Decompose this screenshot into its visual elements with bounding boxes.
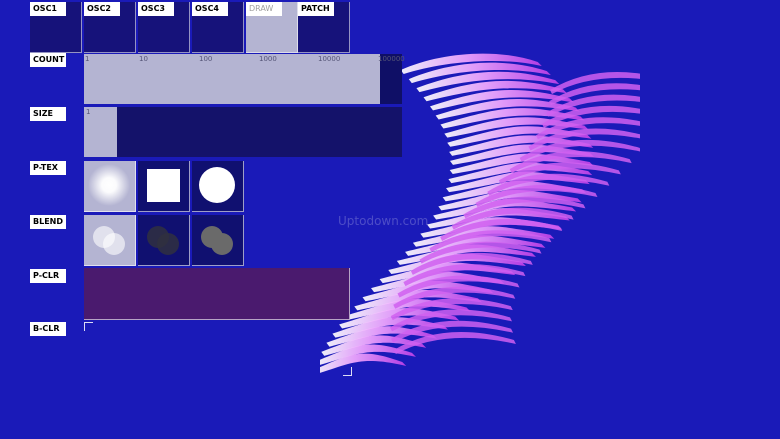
count-tick-1000: 1000 [259,55,277,63]
tab-patch-label: PATCH [298,2,334,16]
blend-add-icon [93,226,125,255]
count-tick-100000: 100000 [378,55,405,63]
blend-multiply-icon [147,226,179,255]
count-tick-10000: 10000 [318,55,341,63]
tab-osc4-label: OSC4 [192,2,228,16]
tab-osc1-label: OSC1 [30,2,66,16]
tab-patch[interactable]: PATCH [298,2,350,53]
soft-glow-icon [88,164,130,206]
tab-osc2[interactable]: OSC2 [84,2,136,53]
count-label: COUNT [30,53,66,67]
blend-multiply[interactable] [138,215,190,266]
p-clr-label: P-CLR [30,269,66,283]
count-tick-10: 10 [139,55,148,63]
tab-osc3-label: OSC3 [138,2,174,16]
texture-soft-glow[interactable] [84,161,136,212]
particle-color-swatch[interactable] [84,268,350,320]
watermark: Uptodown.com [338,214,429,228]
square-icon [147,169,180,202]
blend-add[interactable] [84,215,136,266]
count-tick-100: 100 [199,55,213,63]
tab-osc4[interactable]: OSC4 [192,2,244,53]
circle-icon [199,167,235,203]
swatch-corner-br [343,367,352,376]
blend-normal[interactable] [192,215,244,266]
blend-label: BLEND [30,215,66,229]
texture-square[interactable] [138,161,190,212]
tab-osc2-label: OSC2 [84,2,120,16]
size-slider-value: 1 [86,108,91,116]
ribbon-strand [393,332,516,354]
p-tex-label: P-TEX [30,161,66,175]
count-slider[interactable]: 1 10 100 1000 10000 100000 [84,54,405,104]
count-tick-1: 1 [85,55,90,63]
texture-circle[interactable] [192,161,244,212]
tab-draw-label: DRAW [246,2,282,16]
background-color-swatch[interactable] [84,322,352,376]
blend-normal-icon [201,226,233,255]
tab-draw[interactable]: DRAW [246,2,298,53]
b-clr-label: B-CLR [30,322,66,336]
size-slider[interactable]: 1 [84,107,402,157]
swatch-corner-tl [84,322,93,331]
tab-osc3[interactable]: OSC3 [138,2,190,53]
tab-osc1[interactable]: OSC1 [30,2,82,53]
size-label: SIZE [30,107,66,121]
